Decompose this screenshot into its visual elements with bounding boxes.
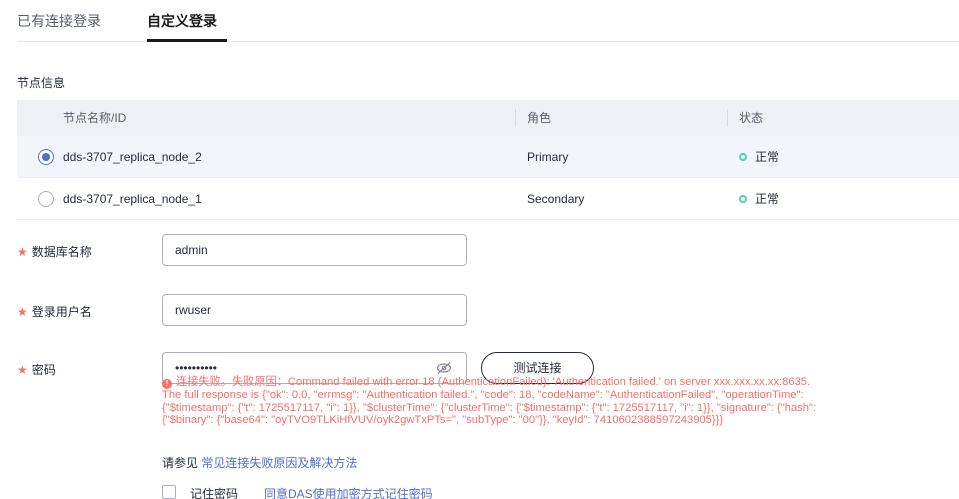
db-name-row: ★ 数据库名称 admin	[17, 234, 959, 266]
password-label: ★ 密码	[17, 361, 56, 378]
error-line-2: The full response is {"ok": 0.0, "errmsg…	[162, 389, 804, 401]
das-encryption-agreement-link[interactable]: 同意DAS使用加密方式记住密码	[264, 485, 433, 499]
column-header-role: 角色	[527, 111, 552, 125]
error-icon: !	[162, 379, 172, 389]
password-label-text: 密码	[31, 363, 56, 377]
required-mark: ★	[17, 363, 28, 377]
required-mark: ★	[17, 305, 28, 319]
node-name: dds-3707_replica_node_2	[63, 150, 202, 164]
node-role: Secondary	[527, 192, 585, 206]
error-message: ! 连接失败。失败原因：Command failed with error 18 …	[162, 376, 957, 427]
required-mark: ★	[17, 245, 28, 259]
status-ok-icon	[739, 195, 747, 203]
table-row[interactable]: dds-3707_replica_node_2 Primary 正常	[17, 136, 959, 178]
node-radio-button[interactable]	[38, 149, 54, 165]
node-status: 正常	[755, 192, 780, 206]
error-prefix: 连接失败。失败原因：	[176, 376, 288, 388]
username-label: ★ 登录用户名	[17, 303, 92, 320]
remember-password-checkbox[interactable]	[162, 485, 176, 499]
column-header-status: 状态	[739, 111, 764, 125]
status-ok-icon	[739, 153, 747, 161]
column-header-node-name: 节点名称/ID	[63, 111, 127, 125]
node-radio-button[interactable]	[38, 191, 54, 207]
username-input[interactable]: rwuser	[162, 294, 467, 326]
see-also: 请参见 常见连接失败原因及解决方法	[162, 454, 357, 471]
active-tab-indicator	[147, 39, 227, 42]
db-name-input[interactable]: admin	[162, 234, 467, 266]
remember-password-label[interactable]: 记住密码	[190, 485, 238, 499]
username-row: ★ 登录用户名 rwuser	[17, 294, 959, 326]
password-value: ••••••••••	[175, 361, 218, 375]
node-name: dds-3707_replica_node_1	[63, 192, 202, 206]
db-name-label: ★ 数据库名称	[17, 243, 92, 260]
troubleshooting-link[interactable]: 常见连接失败原因及解决方法	[201, 456, 357, 470]
column-divider	[727, 109, 728, 127]
username-label-text: 登录用户名	[31, 305, 92, 319]
node-table: 节点名称/ID 角色 状态 dds-3707_replica_node_2 Pr…	[17, 100, 959, 220]
error-line-1: Command failed with error 18 (Authentica…	[287, 376, 811, 388]
db-name-label-text: 数据库名称	[31, 245, 92, 259]
error-line-4: {"$binary": {"base64": "oyTVO9TLKiHfVUV/…	[162, 414, 724, 426]
login-tabs: 已有连接登录 自定义登录	[17, 0, 959, 42]
error-line-3: {"$timestamp": {"t": 1725517117, "i": 1}…	[162, 401, 817, 414]
eye-hidden-icon[interactable]	[436, 361, 452, 375]
tab-existing-connection[interactable]: 已有连接登录	[17, 12, 101, 30]
tab-custom-login[interactable]: 自定义登录	[147, 12, 217, 30]
table-header: 节点名称/ID 角色 状态	[17, 100, 959, 136]
node-info-title: 节点信息	[17, 76, 66, 90]
see-also-text: 请参见	[162, 456, 199, 470]
table-row[interactable]: dds-3707_replica_node_1 Secondary 正常	[17, 178, 959, 220]
node-status: 正常	[755, 150, 780, 164]
node-role: Primary	[527, 150, 569, 164]
column-divider	[515, 109, 516, 127]
